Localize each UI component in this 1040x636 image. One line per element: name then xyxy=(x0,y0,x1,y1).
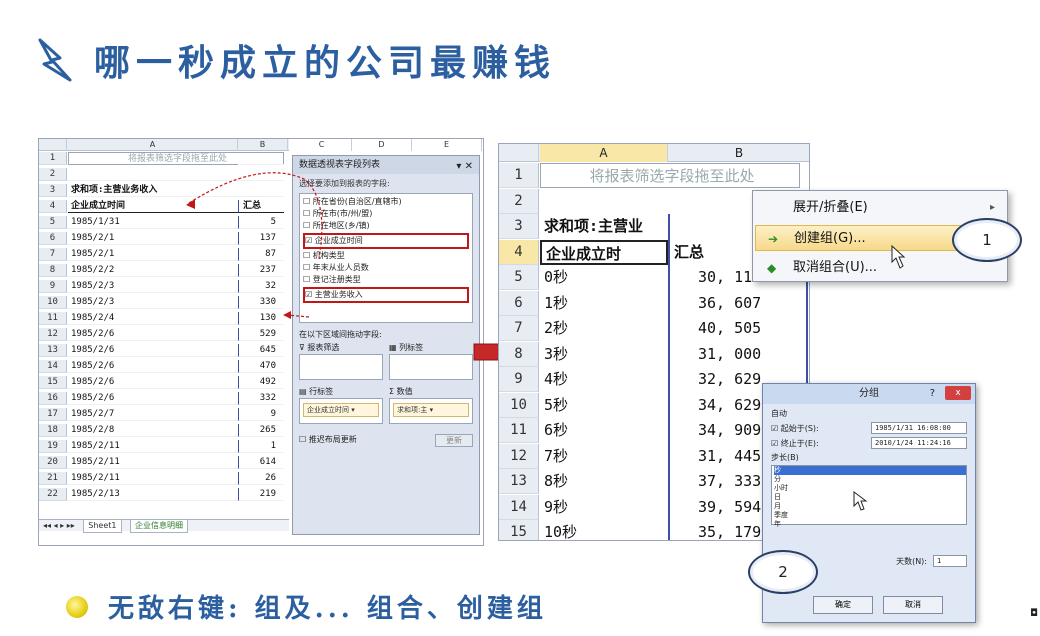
callout-2: 2 xyxy=(748,550,818,594)
cell-a[interactable]: 企业成立时 xyxy=(540,239,668,265)
row-number[interactable]: 3 xyxy=(499,214,539,239)
cell-a[interactable]: 7秒 xyxy=(540,444,668,469)
cell-a[interactable]: 8秒 xyxy=(540,469,668,494)
menu-item-ungroup[interactable]: ◆ 取消组合(U)... xyxy=(755,255,1005,281)
step-label: 步长(B) xyxy=(771,453,799,462)
mouse-cursor-icon xyxy=(891,244,906,269)
cell-a[interactable]: 0秒 xyxy=(540,265,668,290)
start-checkbox[interactable]: ☑ 起始于(S): xyxy=(771,423,819,434)
right-row: 1 将报表筛选字段拖至此处 xyxy=(499,163,809,188)
start-label: 起始于(S): xyxy=(780,423,819,433)
cell-a[interactable]: 5秒 xyxy=(540,393,668,418)
step-option[interactable]: 年 xyxy=(774,520,966,529)
dialog-buttons: 确定 取消 xyxy=(813,596,943,614)
step-option[interactable]: 季度 xyxy=(774,511,966,520)
cell-a[interactable]: 10秒 xyxy=(540,520,668,540)
row-number[interactable]: 1 xyxy=(499,163,539,188)
dialog-title: 分组 xyxy=(859,388,879,399)
days-input[interactable]: 1 xyxy=(933,555,967,567)
cell-a[interactable]: 2秒 xyxy=(540,316,668,341)
close-icon[interactable]: x xyxy=(945,386,971,400)
cell-a[interactable]: 6秒 xyxy=(540,418,668,443)
help-icon[interactable]: ? xyxy=(930,384,935,404)
row-number[interactable]: 4 xyxy=(499,239,539,265)
group-arrow-icon: ➔ xyxy=(768,232,779,246)
lightning-icon xyxy=(38,38,72,82)
expand-collapse-label: 展开/折叠(E) xyxy=(793,200,868,215)
right-col-header-b[interactable]: B xyxy=(668,144,809,162)
days-label: 天数(N): xyxy=(896,556,927,566)
cell-a[interactable]: 求和项:主营业 xyxy=(540,214,668,239)
ok-button[interactable]: 确定 xyxy=(813,596,873,614)
row-number[interactable]: 10 xyxy=(499,392,539,418)
title-text: 哪一秒成立的公司最赚钱 xyxy=(94,42,557,84)
tip-text: 无敌右键: 组及... 组合、创建组 xyxy=(108,594,547,624)
bottom-tip: 无敌右键: 组及... 组合、创建组 xyxy=(66,588,547,625)
cell-a[interactable]: 4秒 xyxy=(540,367,668,392)
row-number[interactable]: 2 xyxy=(499,188,539,214)
step-option[interactable]: 月 xyxy=(774,502,966,511)
row-number[interactable]: 6 xyxy=(499,290,539,316)
end-checkbox[interactable]: ☑ 终止于(E): xyxy=(771,438,819,449)
cell-b[interactable] xyxy=(668,163,809,188)
row-number[interactable]: 12 xyxy=(499,443,539,469)
row-number[interactable]: 8 xyxy=(499,341,539,367)
cancel-button[interactable]: 取消 xyxy=(883,596,943,614)
step-option[interactable]: 分 xyxy=(774,475,966,484)
row-number[interactable]: 15 xyxy=(499,520,539,540)
submenu-arrow-icon: ▸ xyxy=(989,202,995,213)
slide-title: 哪一秒成立的公司最赚钱 xyxy=(30,30,556,90)
corner-mark-icon: ◘ xyxy=(1030,608,1038,619)
right-col-header-a[interactable]: A xyxy=(540,144,668,162)
end-row: ☑ 终止于(E): 2010/1/24 11:24:16 xyxy=(771,437,967,449)
cell-a[interactable] xyxy=(540,189,668,214)
bullet-icon xyxy=(66,595,88,618)
ungroup-label: 取消组合(U)... xyxy=(793,260,878,275)
step-option[interactable]: 日 xyxy=(774,493,966,502)
start-input[interactable]: 1985/1/31 16:08:00 xyxy=(871,422,967,434)
start-row: ☑ 起始于(S): 1985/1/31 16:08:00 xyxy=(771,422,967,434)
callout-1: 1 xyxy=(952,218,1022,262)
end-input[interactable]: 2010/1/24 11:24:16 xyxy=(871,437,967,449)
cell-a[interactable]: 3秒 xyxy=(540,342,668,367)
step-option[interactable]: 小时 xyxy=(774,484,966,493)
step-option[interactable]: 秒 xyxy=(774,466,966,475)
dialog-body: 自动 ☑ 起始于(S): 1985/1/31 16:08:00 ☑ 终止于(E)… xyxy=(763,404,975,574)
row-number[interactable]: 14 xyxy=(499,494,539,520)
row-number[interactable]: 13 xyxy=(499,469,539,494)
menu-item-expand-collapse[interactable]: 展开/折叠(E) ▸ xyxy=(755,195,1005,221)
left-excel-window: A B 1 将报表筛选字段拖至此处 2 3 求和项:主营业务收入 4 企业成立时间 汇总 5 19… xyxy=(38,138,484,546)
drag-annotation-arrows xyxy=(186,172,323,319)
dialog-title-bar: 分组 ? x xyxy=(763,384,975,404)
create-group-label: 创建组(G)... xyxy=(794,231,866,246)
cell-a[interactable]: 1秒 xyxy=(540,291,668,316)
cell-a[interactable]: 9秒 xyxy=(540,495,668,520)
row-number[interactable]: 5 xyxy=(499,265,539,290)
dialog-cursor-icon xyxy=(853,491,868,511)
row-number[interactable]: 11 xyxy=(499,418,539,443)
end-label: 终止于(E): xyxy=(780,438,819,448)
ungroup-arrow-icon: ◆ xyxy=(767,261,777,275)
auto-label: 自动 xyxy=(771,409,787,418)
right-column-header: A B xyxy=(499,144,809,162)
right-corner-cell[interactable] xyxy=(499,144,539,162)
row-number[interactable]: 9 xyxy=(499,367,539,392)
row-number[interactable]: 7 xyxy=(499,316,539,341)
